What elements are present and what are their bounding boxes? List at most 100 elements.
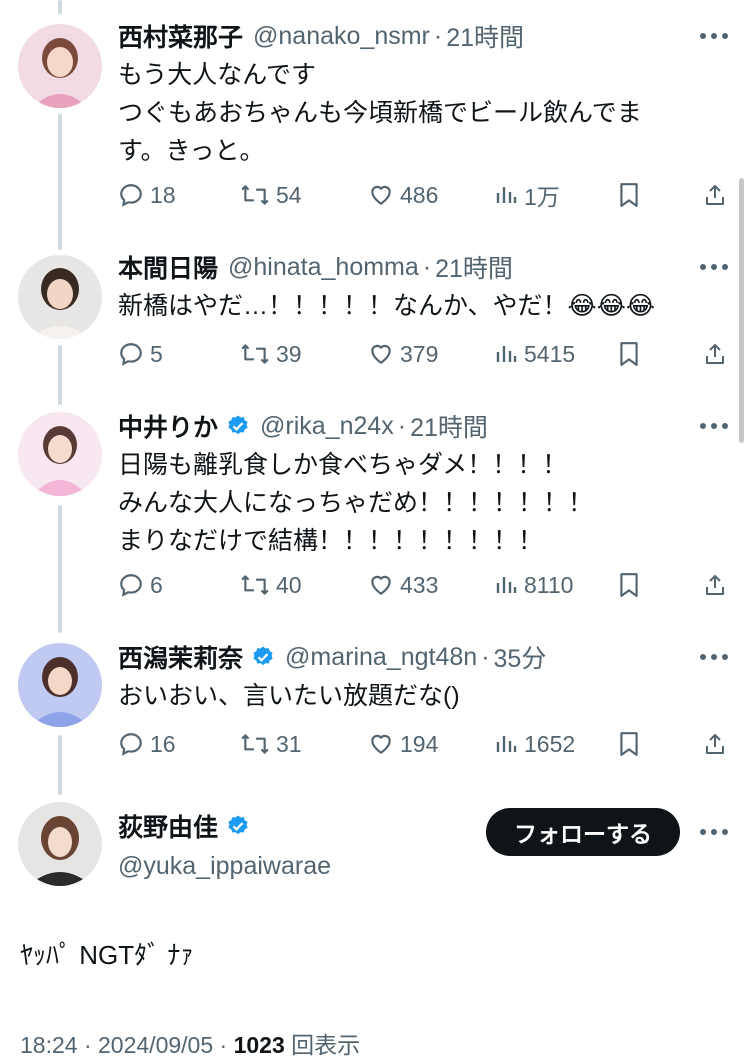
timestamp[interactable]: 35分	[494, 639, 547, 675]
timestamp[interactable]: 21時間	[410, 408, 488, 444]
retweet-count: 31	[276, 730, 302, 757]
bookmark-button[interactable]	[618, 334, 646, 374]
avatar[interactable]	[18, 412, 102, 496]
views-button[interactable]: 1万	[494, 175, 560, 215]
reply-button[interactable]: 6	[118, 565, 163, 605]
handle[interactable]: @marina_ngt48n	[285, 643, 477, 672]
reply-button[interactable]: 5	[118, 334, 163, 374]
reply-button[interactable]: 18	[118, 175, 176, 215]
tweet-text: 新橋はやだ…！！！！！なんか、やだ！😂😂😂	[118, 292, 656, 320]
bookmark-icon	[620, 342, 638, 366]
bookmark-icon	[620, 732, 638, 756]
views-count: 8110	[524, 571, 574, 598]
avatar[interactable]	[18, 24, 102, 108]
retweet-button[interactable]: 54	[240, 175, 302, 215]
like-count: 194	[400, 730, 439, 757]
like-button[interactable]: 433	[368, 565, 438, 605]
post-date[interactable]: 2024/09/05	[98, 1032, 213, 1058]
more-icon[interactable]	[696, 639, 732, 675]
reply-icon	[120, 184, 142, 207]
heart-icon	[371, 575, 391, 595]
views-button[interactable]: 1652	[494, 724, 575, 764]
separator-dot: ·	[219, 1032, 234, 1058]
reply-button[interactable]: 16	[118, 724, 176, 764]
share-icon	[706, 185, 724, 205]
bookmark-button[interactable]	[618, 565, 646, 605]
bookmark-icon	[620, 573, 638, 597]
retweet-button[interactable]: 40	[240, 565, 302, 605]
handle[interactable]: @nanako_nsmr	[253, 22, 430, 51]
like-button[interactable]: 379	[368, 334, 438, 374]
views-icon	[496, 736, 517, 752]
display-name[interactable]: 本間日陽	[118, 249, 218, 285]
timestamp[interactable]: 21時間	[446, 18, 524, 54]
action-bar: 6 40 433 8110	[118, 565, 730, 605]
views-icon	[496, 187, 517, 203]
retweet-icon	[241, 344, 269, 364]
heart-icon	[371, 344, 391, 364]
retweet-button[interactable]: 31	[240, 724, 302, 764]
bookmark-icon	[620, 183, 638, 207]
views-count: 1023	[233, 1032, 285, 1058]
reply-count: 6	[150, 571, 163, 598]
post-time[interactable]: 18:24	[20, 1032, 78, 1058]
retweet-icon	[241, 734, 269, 754]
handle[interactable]: @hinata_homma	[228, 253, 419, 282]
bookmark-button[interactable]	[618, 175, 646, 215]
handle[interactable]: @yuka_ippaiwarae	[118, 852, 331, 881]
reply-count: 5	[150, 340, 163, 367]
display-name[interactable]: 荻野由佳	[118, 808, 218, 844]
reply-icon	[120, 574, 142, 597]
heart-icon	[371, 185, 391, 205]
more-icon[interactable]	[696, 249, 732, 285]
separator-dot: ·	[433, 21, 443, 50]
follow-button[interactable]: フォローする	[486, 808, 680, 856]
timestamp[interactable]: 21時間	[435, 249, 513, 285]
handle[interactable]: @rika_n24x	[260, 412, 394, 441]
more-icon[interactable]	[696, 408, 732, 444]
like-count: 433	[400, 571, 439, 598]
like-button[interactable]: 194	[368, 724, 438, 764]
share-button[interactable]	[703, 334, 733, 374]
display-name[interactable]: 西村菜那子	[118, 18, 243, 54]
separator-dot: ·	[397, 411, 407, 440]
separator-dot: ·	[83, 1032, 99, 1058]
reply-count: 18	[150, 181, 176, 208]
verified-badge-icon	[228, 815, 248, 835]
thread-line	[58, 0, 62, 14]
retweet-icon	[241, 575, 269, 595]
thread-line	[58, 505, 62, 633]
retweet-icon	[241, 185, 269, 205]
retweet-button[interactable]: 39	[240, 334, 302, 374]
reply-icon	[120, 733, 142, 756]
views-button[interactable]: 5415	[494, 334, 575, 374]
share-icon	[706, 734, 724, 754]
like-button[interactable]: 486	[368, 175, 438, 215]
avatar[interactable]	[18, 802, 102, 886]
action-bar: 18 54 486 1万	[118, 175, 730, 215]
share-icon	[706, 344, 724, 364]
avatar[interactable]	[18, 255, 102, 339]
bookmark-button[interactable]	[618, 724, 646, 764]
views-count: 5415	[524, 340, 576, 367]
tweet-text: 日陽も離乳食しか食べちゃダメ！！！！ みんな大人になっちゃだめ！！！！！！！ ま…	[118, 451, 594, 555]
share-button[interactable]	[703, 565, 733, 605]
avatar[interactable]	[18, 643, 102, 727]
tweet-meta: 18:24 · 2024/09/05 · 1023 回表示	[20, 1026, 360, 1060]
retweet-count: 40	[276, 571, 302, 598]
retweet-count: 54	[276, 181, 302, 208]
separator-dot: ·	[422, 252, 432, 281]
views-count: 1652	[524, 730, 576, 757]
reply-icon	[120, 343, 142, 366]
tweet-text: ﾔｯﾊﾟ NGTﾀﾞ ﾅｧ	[20, 940, 194, 970]
share-button[interactable]	[703, 724, 733, 764]
display-name[interactable]: 西潟茉莉奈	[118, 639, 243, 675]
display-name[interactable]: 中井りか	[118, 408, 218, 444]
like-count: 486	[400, 181, 439, 208]
views-button[interactable]: 8110	[494, 565, 573, 605]
heart-icon	[371, 734, 391, 754]
more-icon[interactable]	[696, 814, 732, 850]
share-button[interactable]	[703, 175, 733, 215]
scrollbar[interactable]	[739, 178, 744, 443]
more-icon[interactable]	[696, 18, 732, 54]
